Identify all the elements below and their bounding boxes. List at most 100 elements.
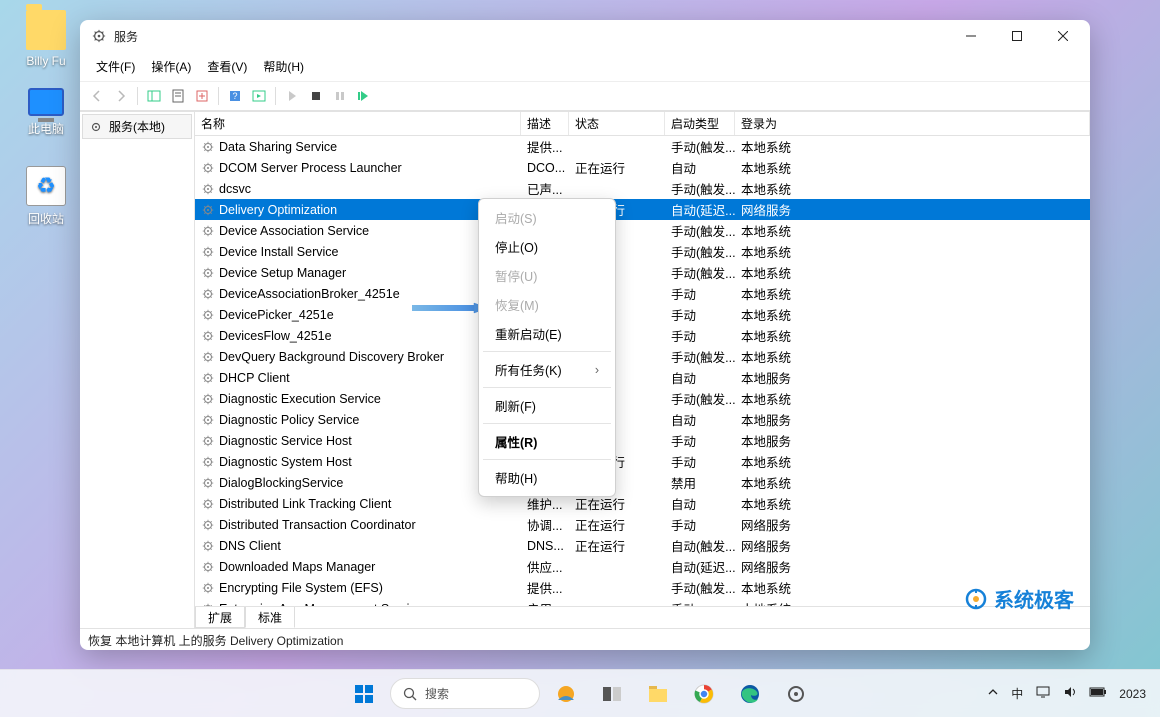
nav-back-button — [86, 85, 108, 107]
tray-ime[interactable]: 中 — [1011, 685, 1023, 702]
service-row[interactable]: Device Setup Manager手动(触发...本地系统 — [195, 262, 1090, 283]
service-description: 协调... — [521, 515, 569, 534]
service-row[interactable]: DNS ClientDNS...正在运行自动(触发...网络服务 — [195, 535, 1090, 556]
service-row[interactable]: DCOM Server Process LauncherDCO...正在运行自动… — [195, 157, 1090, 178]
pause-service-button — [329, 85, 351, 107]
desktop-icon-folder[interactable]: Billy Fu — [16, 10, 76, 68]
service-row[interactable]: DialogBlockingService对话...禁用本地系统 — [195, 472, 1090, 493]
service-startup-type: 手动 — [665, 326, 735, 345]
column-header-description[interactable]: 描述 — [521, 112, 569, 135]
context-menu-item[interactable]: 刷新(F) — [479, 391, 615, 420]
tree-node-services-local[interactable]: 服务(本地) — [82, 114, 192, 139]
service-row[interactable]: DevicesFlow_4251e手动本地系统 — [195, 325, 1090, 346]
taskbar-services[interactable] — [776, 674, 816, 714]
restart-service-button[interactable] — [353, 85, 375, 107]
tray-clock[interactable]: 2023 — [1119, 687, 1146, 701]
service-row[interactable]: Data Sharing Service提供...手动(触发...本地系统 — [195, 136, 1090, 157]
service-row[interactable]: Enterprise App Management Service启用...手动… — [195, 598, 1090, 606]
service-row[interactable]: Delivery Optimization执行...正在运行自动(延迟...网络… — [195, 199, 1090, 220]
context-menu-item[interactable]: 停止(O) — [479, 232, 615, 261]
service-row[interactable]: Distributed Link Tracking Client维护...正在运… — [195, 493, 1090, 514]
service-startup-type: 自动(触发... — [665, 536, 735, 555]
window-title: 服务 — [114, 28, 948, 45]
properties-button[interactable] — [167, 85, 189, 107]
service-row[interactable]: Distributed Transaction Coordinator协调...… — [195, 514, 1090, 535]
service-startup-type: 禁用 — [665, 473, 735, 492]
export-list-button[interactable] — [191, 85, 213, 107]
service-row[interactable]: Device Association Service手动(触发...本地系统 — [195, 220, 1090, 241]
gear-icon — [201, 224, 215, 238]
start-button[interactable] — [344, 674, 384, 714]
service-row[interactable]: DeviceAssociationBroker_4251e手动本地系统 — [195, 283, 1090, 304]
service-row[interactable]: Device Install Service手动(触发...本地系统 — [195, 241, 1090, 262]
service-logon-as: 本地系统 — [735, 158, 1090, 177]
service-row[interactable]: DevQuery Background Discovery Broker手动(触… — [195, 346, 1090, 367]
service-startup-type: 手动 — [665, 599, 735, 606]
service-startup-type: 手动(触发... — [665, 263, 735, 282]
service-row[interactable]: Diagnostic Service Host手动本地服务 — [195, 430, 1090, 451]
service-row[interactable]: dcsvc已声...手动(触发...本地系统 — [195, 178, 1090, 199]
show-hide-tree-button[interactable] — [143, 85, 165, 107]
folder-icon — [26, 10, 66, 50]
context-menu-item[interactable]: 属性(R) — [479, 427, 615, 456]
tray-network-icon[interactable] — [1035, 685, 1051, 702]
help-button[interactable]: ? — [224, 85, 246, 107]
column-header-logon-as[interactable]: 登录为 — [735, 112, 1090, 135]
service-name: DCOM Server Process Launcher — [219, 161, 402, 175]
stop-service-button[interactable] — [305, 85, 327, 107]
taskbar-explorer[interactable] — [638, 674, 678, 714]
services-list[interactable]: Data Sharing Service提供...手动(触发...本地系统DCO… — [195, 136, 1090, 606]
tab-extended[interactable]: 扩展 — [195, 607, 245, 628]
status-bar: 恢复 本地计算机 上的服务 Delivery Optimization — [80, 628, 1090, 650]
tray-battery-icon[interactable] — [1089, 686, 1107, 701]
column-header-status[interactable]: 状态 — [569, 112, 665, 135]
column-header-startup-type[interactable]: 启动类型 — [665, 112, 735, 135]
service-row[interactable]: Diagnostic System Host诊断...正在运行手动本地系统 — [195, 451, 1090, 472]
titlebar[interactable]: 服务 — [80, 20, 1090, 52]
service-logon-as: 本地系统 — [735, 494, 1090, 513]
tab-standard[interactable]: 标准 — [245, 607, 295, 628]
service-row[interactable]: Diagnostic Policy Service行自动本地服务 — [195, 409, 1090, 430]
service-logon-as: 网络服务 — [735, 515, 1090, 534]
menu-view[interactable]: 查看(V) — [199, 54, 255, 79]
menu-action[interactable]: 操作(A) — [143, 54, 199, 79]
action-menu-button[interactable] — [248, 85, 270, 107]
service-startup-type: 手动(触发... — [665, 137, 735, 156]
service-startup-type: 手动 — [665, 515, 735, 534]
menu-file[interactable]: 文件(F) — [88, 54, 143, 79]
taskbar-task-view[interactable] — [592, 674, 632, 714]
service-row[interactable]: DHCP Client行自动本地服务 — [195, 367, 1090, 388]
context-menu-item[interactable]: 所有任务(K)› — [479, 355, 615, 384]
taskbar-edge[interactable] — [730, 674, 770, 714]
taskbar-chrome[interactable] — [684, 674, 724, 714]
service-row[interactable]: Encrypting File System (EFS)提供...手动(触发..… — [195, 577, 1090, 598]
desktop-icon-recycle-bin[interactable]: 回收站 — [16, 166, 76, 227]
service-name: DevQuery Background Discovery Broker — [219, 350, 444, 364]
tray-volume-icon[interactable] — [1063, 685, 1077, 702]
service-row[interactable]: Downloaded Maps Manager供应...自动(延迟...网络服务 — [195, 556, 1090, 577]
service-name: Device Setup Manager — [219, 266, 346, 280]
service-row[interactable]: Diagnostic Execution Service手动(触发...本地系统 — [195, 388, 1090, 409]
service-name: Device Install Service — [219, 245, 339, 259]
tray-overflow[interactable] — [987, 686, 999, 701]
desktop-icon-label: Billy Fu — [16, 54, 76, 68]
service-description: 已声... — [521, 179, 569, 198]
context-menu-item[interactable]: 重新启动(E) — [479, 319, 615, 348]
gear-icon — [201, 581, 215, 595]
context-menu-item: 启动(S) — [479, 203, 615, 232]
maximize-button[interactable] — [994, 20, 1040, 52]
service-name: Device Association Service — [219, 224, 369, 238]
desktop-icon-this-pc[interactable]: 此电脑 — [16, 88, 76, 137]
column-header-name[interactable]: 名称 — [195, 112, 521, 135]
taskbar-search[interactable]: 搜索 — [390, 678, 540, 709]
service-startup-type: 手动(触发... — [665, 179, 735, 198]
taskbar-widgets[interactable] — [546, 674, 586, 714]
close-button[interactable] — [1040, 20, 1086, 52]
context-menu-item[interactable]: 帮助(H) — [479, 463, 615, 492]
gear-icon — [201, 245, 215, 259]
service-row[interactable]: DevicePicker_4251e手动本地系统 — [195, 304, 1090, 325]
svg-text:?: ? — [232, 91, 237, 101]
menu-help[interactable]: 帮助(H) — [255, 54, 312, 79]
service-logon-as: 本地系统 — [735, 326, 1090, 345]
minimize-button[interactable] — [948, 20, 994, 52]
